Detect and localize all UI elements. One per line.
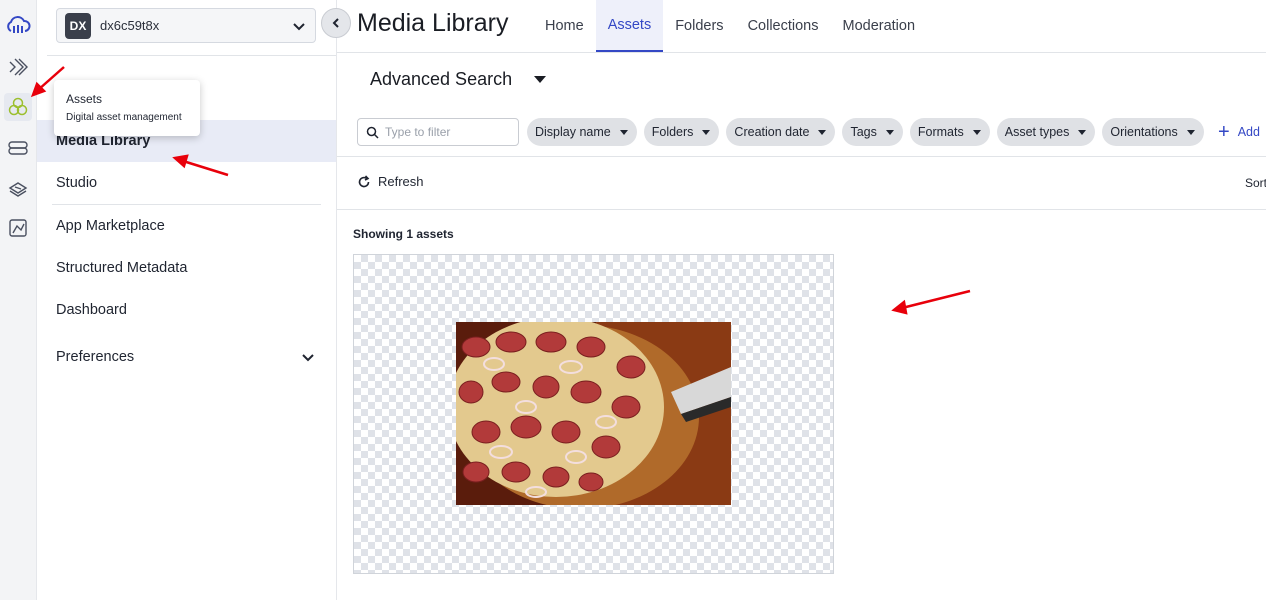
tab-moderation[interactable]: Moderation (830, 0, 927, 52)
filter-orientations[interactable]: Orientations (1102, 118, 1204, 146)
sidebar-item-preferences[interactable]: Preferences (37, 336, 336, 378)
environment-selector[interactable]: DX dx6c59t8x (56, 8, 316, 43)
filter-display-name[interactable]: Display name (527, 118, 637, 146)
filter-label: Creation date (734, 125, 810, 139)
sidebar-item-app-marketplace[interactable]: App Marketplace (37, 205, 336, 247)
header-tabs: Home Assets Folders Collections Moderati… (533, 0, 927, 52)
sidebar-item-studio[interactable]: Studio (37, 162, 336, 204)
filter-label: Display name (535, 125, 611, 139)
caret-down-icon (702, 129, 711, 135)
caret-down-icon (972, 129, 981, 135)
add-filter-button[interactable]: + Add (1218, 118, 1260, 146)
sidebar-item-label: Studio (56, 175, 98, 191)
filter-chips: Display name Folders Creation date Tags … (527, 118, 1204, 146)
environment-name: dx6c59t8x (100, 18, 160, 33)
caret-down-icon (1078, 129, 1087, 135)
integrations-icon[interactable] (4, 174, 32, 202)
collapse-sidebar-button[interactable] (321, 8, 351, 38)
tab-home[interactable]: Home (533, 0, 596, 52)
chevron-down-icon (302, 354, 314, 362)
filter-label: Folders (651, 125, 694, 139)
sidebar-item-label: Preferences (56, 349, 135, 365)
cloudinary-logo-icon[interactable] (4, 11, 32, 39)
divider (337, 52, 1266, 53)
caret-down-icon (534, 76, 547, 83)
divider (47, 55, 336, 56)
filter-folders[interactable]: Folders (643, 118, 720, 146)
filter-formats[interactable]: Formats (909, 118, 990, 146)
add-filter-label: Add (1237, 125, 1260, 139)
chevron-down-icon (293, 22, 305, 30)
filter-creation-date[interactable]: Creation date (726, 118, 836, 146)
sort-control[interactable]: Sort (1245, 176, 1266, 190)
sidebar-item-label: App Marketplace (56, 218, 165, 234)
search-icon (366, 126, 379, 139)
tab-collections[interactable]: Collections (736, 0, 831, 52)
caret-down-icon (619, 129, 628, 135)
asset-card[interactable] (353, 254, 834, 574)
filter-label: Orientations (1110, 125, 1178, 139)
sidebar-item-dashboard[interactable]: Dashboard (37, 289, 336, 331)
sidebar-item-label: Structured Metadata (56, 260, 188, 276)
assets-icon[interactable] (4, 93, 32, 121)
assets-tooltip: Assets Digital asset management (54, 80, 200, 136)
refresh-button[interactable]: Refresh (357, 174, 424, 189)
sidebar-item-label: Dashboard (56, 302, 127, 318)
icon-rail (0, 0, 37, 600)
caret-down-icon (885, 129, 894, 135)
divider (337, 209, 1266, 210)
filter-input[interactable] (385, 125, 515, 139)
asset-thumbnail-pizza (456, 322, 731, 505)
page-title: Media Library (357, 9, 509, 37)
video-icon[interactable] (4, 134, 32, 162)
filter-label: Asset types (1004, 125, 1070, 139)
plus-icon: + (1218, 121, 1230, 143)
tab-folders[interactable]: Folders (663, 0, 735, 52)
advanced-search-label: Advanced Search (370, 69, 513, 89)
environment-badge: DX (65, 12, 91, 39)
caret-down-icon (818, 129, 827, 135)
filter-tags[interactable]: Tags (842, 118, 903, 146)
filter-label: Tags (850, 125, 877, 139)
developer-icon[interactable] (4, 53, 32, 81)
results-count: Showing 1 assets (353, 227, 454, 241)
chevron-left-icon (332, 18, 339, 28)
filter-search-box[interactable] (357, 118, 519, 146)
main-content: Media Library Home Assets Folders Collec… (337, 0, 1266, 600)
filter-asset-types[interactable]: Asset types (996, 118, 1096, 146)
sidebar-item-structured-metadata[interactable]: Structured Metadata (37, 247, 336, 289)
tab-assets[interactable]: Assets (595, 0, 664, 52)
advanced-search-toggle[interactable]: Advanced Search (370, 69, 547, 90)
tooltip-subtitle: Digital asset management (66, 112, 182, 123)
refresh-icon (358, 174, 370, 187)
tooltip-title: Assets (66, 92, 103, 106)
usage-icon[interactable] (4, 214, 32, 242)
divider (337, 156, 1266, 157)
caret-down-icon (1186, 129, 1195, 135)
refresh-label: Refresh (378, 174, 424, 189)
filter-label: Formats (917, 125, 964, 139)
